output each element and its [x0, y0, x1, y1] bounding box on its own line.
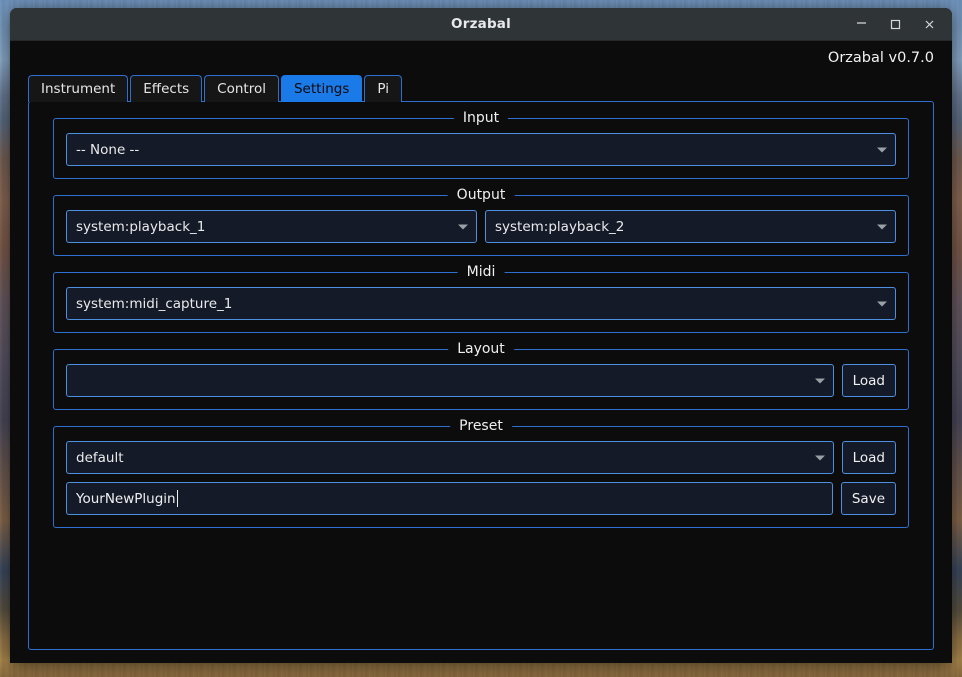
- chevron-down-icon: [877, 301, 887, 306]
- output-left-value: system:playback_1: [76, 218, 206, 235]
- maximize-button[interactable]: [878, 8, 912, 41]
- chevron-down-icon: [877, 147, 887, 152]
- output-right-value: system:playback_2: [495, 218, 625, 235]
- tab-settings[interactable]: Settings: [280, 75, 363, 102]
- tab-control-label: Control: [217, 81, 266, 97]
- output-left-select[interactable]: system:playback_1: [66, 210, 477, 243]
- version-row: Orzabal v0.7.0: [22, 41, 940, 75]
- window-controls: [844, 8, 946, 41]
- midi-device-select[interactable]: system:midi_capture_1: [66, 287, 896, 320]
- midi-device-value: system:midi_capture_1: [76, 295, 233, 312]
- preset-save-row: YourNewPlugin Save: [66, 482, 896, 515]
- input-device-select[interactable]: -- None --: [66, 133, 896, 166]
- preset-name-input[interactable]: YourNewPlugin: [66, 482, 833, 515]
- chevron-down-icon: [458, 224, 468, 229]
- chevron-down-icon: [814, 455, 825, 460]
- tab-settings-label: Settings: [293, 81, 350, 97]
- input-group: Input -- None --: [53, 110, 909, 179]
- close-icon: [925, 20, 933, 29]
- minimize-icon: [856, 21, 866, 24]
- preset-select[interactable]: default: [66, 441, 834, 474]
- window-titlebar: Orzabal: [10, 8, 952, 41]
- application-window: Orzabal Orzabal v0.7.0 Instrument Effect…: [10, 8, 952, 663]
- midi-row: system:midi_capture_1: [66, 287, 896, 320]
- preset-value: default: [76, 449, 124, 466]
- maximize-icon: [890, 19, 900, 30]
- chevron-down-icon: [814, 378, 825, 383]
- window-title: Orzabal: [451, 16, 511, 32]
- preset-save-label: Save: [851, 490, 885, 507]
- layout-load-label: Load: [852, 372, 885, 389]
- tab-instrument[interactable]: Instrument: [28, 75, 129, 102]
- midi-group-legend: Midi: [457, 264, 505, 280]
- layout-load-button[interactable]: Load: [841, 364, 896, 397]
- preset-name-value: YourNewPlugin: [76, 490, 176, 507]
- tab-bar: Instrument Effects Control Settings Pi: [28, 75, 940, 102]
- tab-instrument-label: Instrument: [41, 81, 116, 97]
- settings-panel: Input -- None -- Output system:playback_…: [28, 101, 934, 650]
- input-group-legend: Input: [453, 110, 509, 126]
- tab-effects[interactable]: Effects: [130, 75, 203, 102]
- input-device-value: -- None --: [76, 141, 140, 158]
- preset-load-label: Load: [852, 449, 885, 466]
- input-row: -- None --: [66, 133, 896, 166]
- tab-effects-label: Effects: [143, 81, 190, 97]
- application-body: Orzabal v0.7.0 Instrument Effects Contro…: [10, 41, 952, 663]
- tab-pi-label: Pi: [377, 81, 389, 97]
- output-group-legend: Output: [447, 187, 515, 203]
- layout-row: Load: [66, 364, 896, 397]
- preset-group-legend: Preset: [450, 418, 512, 434]
- close-button[interactable]: [912, 8, 946, 41]
- app-version-label: Orzabal v0.7.0: [827, 50, 934, 66]
- tab-pi[interactable]: Pi: [364, 75, 402, 102]
- preset-load-button[interactable]: Load: [841, 441, 896, 474]
- output-group: Output system:playback_1 system:playback…: [53, 187, 909, 256]
- tab-control[interactable]: Control: [204, 75, 279, 102]
- layout-select[interactable]: [66, 364, 834, 397]
- chevron-down-icon: [877, 224, 887, 229]
- layout-group-legend: Layout: [448, 341, 514, 357]
- output-row: system:playback_1 system:playback_2: [66, 210, 896, 243]
- layout-group: Layout Load: [53, 341, 909, 410]
- text-caret: [176, 490, 178, 507]
- minimize-button[interactable]: [844, 8, 878, 41]
- preset-group: Preset default Load YourNewPlugin Save: [53, 418, 909, 528]
- desktop-background: Orzabal Orzabal v0.7.0 Instrument Effect…: [0, 0, 962, 677]
- preset-save-button[interactable]: Save: [840, 482, 896, 515]
- output-right-select[interactable]: system:playback_2: [485, 210, 896, 243]
- preset-load-row: default Load: [66, 441, 896, 474]
- midi-group: Midi system:midi_capture_1: [53, 264, 909, 333]
